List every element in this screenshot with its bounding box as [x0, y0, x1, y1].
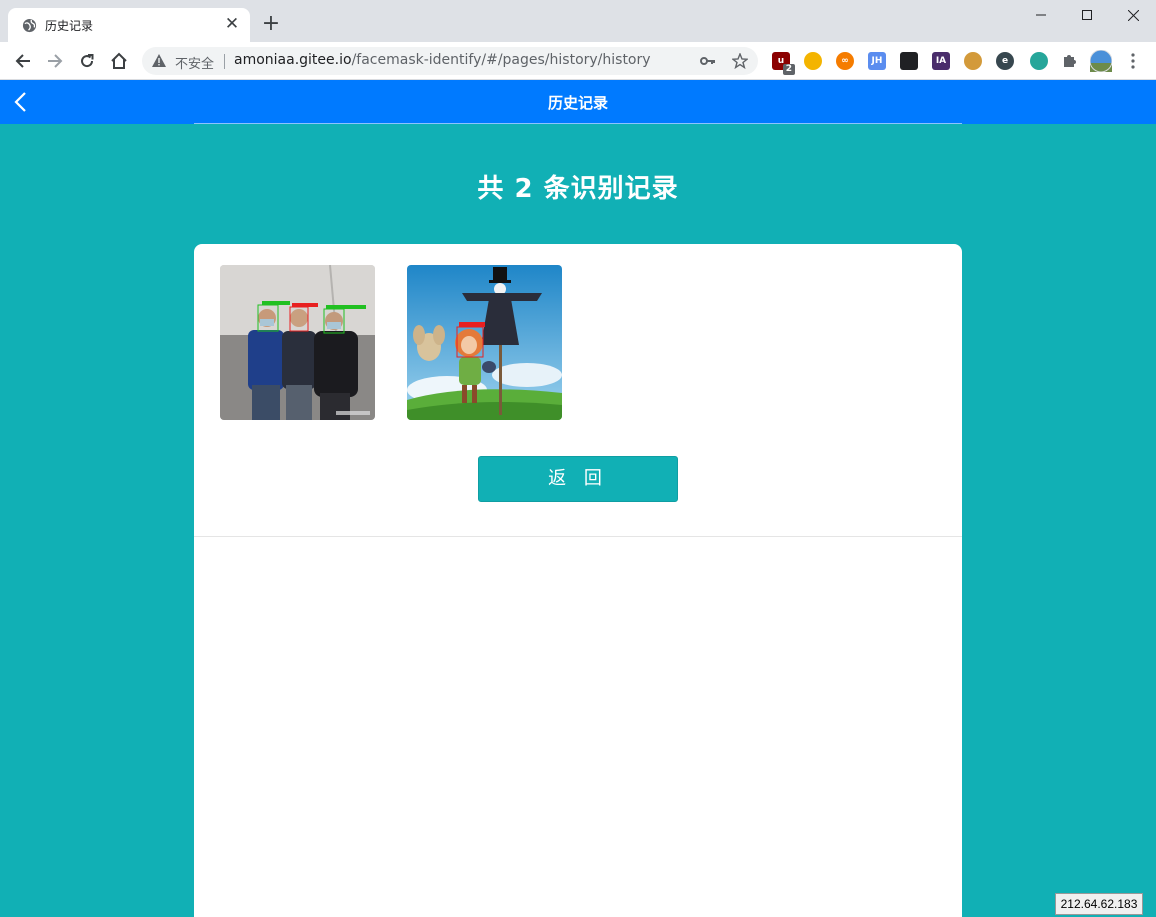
arrow-left-icon	[15, 54, 30, 68]
minimize-icon	[1036, 14, 1046, 16]
divider	[194, 123, 962, 124]
home-icon	[111, 52, 127, 69]
url-text[interactable]: amoniaa.gitee.io/facemask-identify/#/pag…	[234, 52, 651, 68]
address-bar[interactable]: 不安全 amoniaa.gitee.io/facemask-identify/#…	[142, 47, 758, 75]
browser-menu-button[interactable]	[1118, 46, 1148, 76]
jh-extension-icon[interactable]: JH	[868, 52, 886, 70]
record-image-anime	[407, 265, 562, 420]
maximize-icon	[1082, 10, 1092, 20]
maximize-button[interactable]	[1064, 0, 1110, 30]
warning-icon	[152, 54, 166, 67]
star-icon[interactable]	[730, 51, 750, 71]
history-record-thumbnail[interactable]	[407, 265, 562, 420]
arrow-right-icon	[48, 54, 63, 68]
url-host: amoniaa.gitee.io	[234, 52, 352, 68]
extension-2-icon[interactable]	[804, 52, 822, 70]
globe-icon	[22, 18, 37, 33]
extension-3-icon[interactable]: ∞	[836, 52, 854, 70]
url-path: /facemask-identify/#/pages/history/histo…	[351, 52, 651, 68]
return-button[interactable]: 返 回	[478, 456, 678, 502]
browser-toolbar: 不安全 amoniaa.gitee.io/facemask-identify/#…	[0, 42, 1156, 80]
security-label[interactable]: 不安全	[175, 53, 214, 72]
minimize-button[interactable]	[1018, 0, 1064, 30]
extension-8-icon[interactable]: e	[996, 52, 1014, 70]
more-vert-icon	[1131, 53, 1135, 69]
ip-address-tooltip: 212.64.62.183	[1055, 893, 1143, 915]
reload-icon	[81, 54, 94, 68]
ia-extension-icon[interactable]: IA	[932, 52, 950, 70]
extension-7-icon[interactable]	[964, 52, 982, 70]
extension-badge: 2	[782, 64, 795, 75]
reload-button[interactable]	[72, 46, 102, 76]
home-button[interactable]	[104, 46, 134, 76]
divider	[194, 536, 962, 537]
extension-5-icon[interactable]	[900, 52, 918, 70]
browser-tabstrip: 历史记录 ✕ +	[0, 0, 1156, 42]
history-card: 返 回	[194, 244, 962, 917]
profile-avatar[interactable]	[1086, 46, 1116, 76]
close-icon	[1127, 9, 1139, 21]
tab-close-icon[interactable]: ✕	[222, 14, 242, 34]
history-record-thumbnail[interactable]	[220, 265, 375, 420]
ublock-extension-icon[interactable]: u2	[772, 52, 795, 75]
record-count-headline: 共 2 条识别记录	[477, 174, 679, 204]
browser-tab[interactable]: 历史记录 ✕	[8, 8, 250, 42]
extension-9-icon[interactable]	[1030, 52, 1048, 70]
new-tab-button[interactable]: +	[258, 12, 284, 38]
key-icon[interactable]	[698, 51, 718, 71]
forward-nav-button[interactable]	[40, 46, 70, 76]
extensions-button[interactable]	[1054, 46, 1084, 76]
tab-title: 历史记录	[45, 19, 94, 33]
close-window-button[interactable]	[1110, 0, 1156, 30]
record-image-people	[220, 265, 375, 420]
divider	[224, 54, 225, 69]
puzzle-icon	[1064, 55, 1076, 67]
page-navbar: 历史记录	[0, 80, 1156, 124]
page-title: 历史记录	[547, 94, 608, 112]
back-nav-button[interactable]	[8, 46, 38, 76]
avatar	[1090, 50, 1112, 72]
